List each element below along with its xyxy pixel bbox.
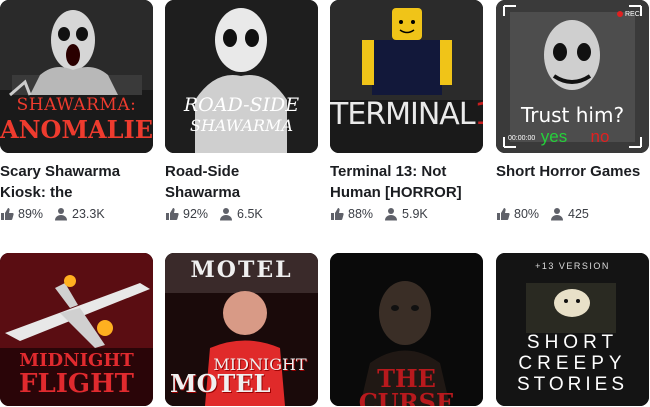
thumbnail-title-line-2: SHAWARMA (189, 116, 293, 135)
person-icon (550, 207, 564, 221)
thumbnail-title-number: 13 (475, 97, 483, 132)
game-title[interactable]: Scary Shawarma Kiosk: the (0, 161, 153, 203)
thumbnail-title-line-1: MIDNIGHT (19, 350, 134, 371)
game-thumbnail[interactable]: TERMINAL13 (330, 0, 483, 153)
game-thumbnail[interactable]: SHAWARMA: ANOMALIES (0, 0, 153, 153)
thumbnail-title-line-2: ANOMALIES (0, 115, 153, 144)
players-stat: 6.5K (219, 207, 263, 221)
thumbnail-title-line-3: STORIES (516, 374, 629, 395)
person-icon (384, 207, 398, 221)
game-stats: 88% 5.9K (330, 205, 439, 223)
game-card-terminal-13[interactable]: TERMINAL13 Terminal 13: Not Human [HORRO… (330, 0, 483, 225)
thumbnail-title-word: TERMINAL (330, 97, 476, 132)
thumbnail-option-no: no (590, 127, 610, 146)
thumbs-up-icon (165, 207, 179, 221)
players-value: 6.5K (237, 207, 263, 221)
players-value: 23.3K (72, 207, 105, 221)
thumbnail-title: THE CURSE (358, 364, 455, 407)
game-card-midnight-flight[interactable]: MIDNIGHT FLIGHT (0, 253, 153, 406)
game-card-midnight-motel[interactable]: MOTEL MIDNIGHT MOTEL (165, 253, 318, 406)
game-thumbnail[interactable]: MOTEL MIDNIGHT MOTEL (165, 253, 318, 406)
thumbs-up-icon (0, 207, 14, 221)
game-card-the-curse[interactable]: THE CURSE (330, 253, 483, 406)
thumbnail-title-line-1: SHORT (526, 332, 619, 353)
players-stat: 5.9K (384, 207, 428, 221)
rating-stat: 80% (496, 207, 539, 221)
game-stats: 80% 425 (496, 205, 600, 223)
thumbnail-title-line-2: FLIGHT (18, 369, 135, 399)
rec-label: REC (625, 11, 640, 18)
motel-sign: MOTEL (190, 257, 293, 283)
players-value: 425 (568, 207, 589, 221)
game-card-short-creepy-stories[interactable]: +13 VERSION SHORT CREEPY STORIES (496, 253, 649, 406)
game-thumbnail[interactable]: +13 VERSION SHORT CREEPY STORIES (496, 253, 649, 406)
game-thumbnail[interactable]: MIDNIGHT FLIGHT (0, 253, 153, 406)
rating-value: 89% (18, 207, 44, 221)
players-value: 5.9K (402, 207, 428, 221)
game-title[interactable]: Short Horror Games (496, 161, 649, 182)
thumbnail-title-line-1: SHAWARMA: (16, 95, 137, 115)
game-stats: 92% 6.5K (165, 205, 274, 223)
rating-value: 80% (514, 207, 540, 221)
game-stats: 89% 23.3K (0, 205, 116, 223)
thumbnail-option-yes: yes (540, 127, 568, 146)
game-card-road-side-shawarma[interactable]: ROAD-SIDE SHAWARMA Road-Side Shawarma 92… (165, 0, 318, 225)
rating-value: 92% (183, 207, 209, 221)
game-thumbnail[interactable]: ROAD-SIDE SHAWARMA (165, 0, 318, 153)
game-thumbnail[interactable]: REC Trust him? 00:00:00 yes no (496, 0, 649, 153)
person-icon (219, 207, 233, 221)
game-card-scary-shawarma[interactable]: SHAWARMA: ANOMALIES Scary Shawarma Kiosk… (0, 0, 153, 225)
players-stat: 425 (550, 207, 589, 221)
thumbnail-question: Trust him? (520, 103, 625, 127)
thumbs-up-icon (330, 207, 344, 221)
game-title[interactable]: Terminal 13: Not Human [HORROR] (330, 161, 483, 203)
thumbnail-title-line-1: ROAD-SIDE (183, 94, 300, 116)
game-grid: SHAWARMA: ANOMALIES Scary Shawarma Kiosk… (0, 0, 650, 407)
rating-value: 88% (348, 207, 374, 221)
game-thumbnail[interactable]: THE CURSE (330, 253, 483, 406)
thumbnail-title: TERMINAL13 (330, 100, 483, 130)
thumbs-up-icon (496, 207, 510, 221)
version-label: +13 VERSION (535, 261, 610, 271)
rating-stat: 88% (330, 207, 373, 221)
person-icon (54, 207, 68, 221)
thumbnail-title-line-2: CREEPY (518, 353, 627, 374)
thumbnail-title-line-2: MOTEL (170, 369, 271, 398)
players-stat: 23.3K (54, 207, 105, 221)
game-card-short-horror-games[interactable]: REC Trust him? 00:00:00 yes no Short Hor… (496, 0, 649, 225)
game-title[interactable]: Road-Side Shawarma (165, 161, 318, 203)
rating-stat: 89% (0, 207, 43, 221)
rating-stat: 92% (165, 207, 208, 221)
